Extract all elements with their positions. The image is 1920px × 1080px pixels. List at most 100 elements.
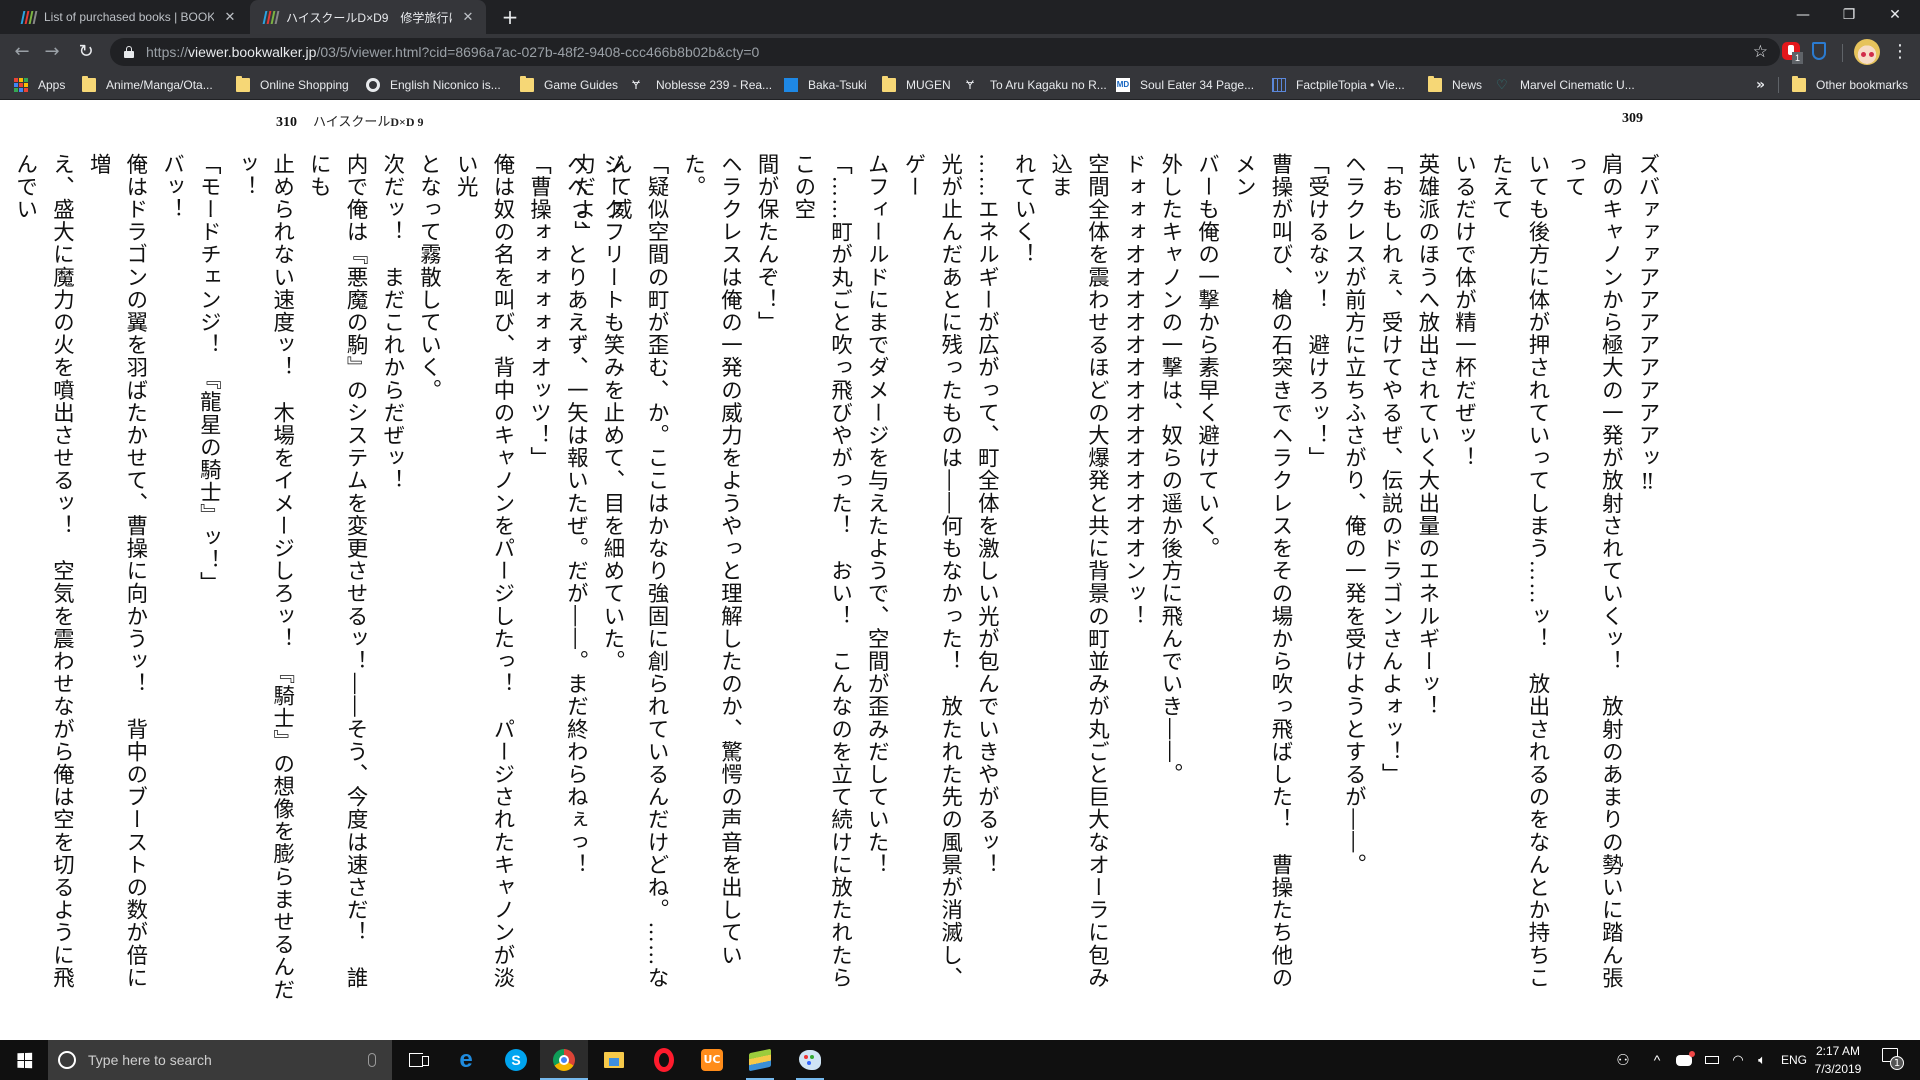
paint-app[interactable] (786, 1040, 834, 1080)
folder-icon (882, 76, 896, 92)
clock-date: 7/3/2019 (1814, 1062, 1862, 1076)
profile-avatar[interactable] (1854, 39, 1880, 65)
folder-icon (236, 76, 250, 92)
text-column: ……エネルギーが広がって、町全体を激しい光が包んでいきやがるッ！ (974, 153, 1000, 877)
bookmark-star-icon[interactable]: ☆ (1753, 42, 1768, 62)
bookmark-marvel[interactable]: ♡ Marvel Cinematic U... (1496, 70, 1635, 100)
tab-purchased-books[interactable]: List of purchased books | BOOK☆WALKER ✕ (8, 0, 248, 34)
restore-button[interactable]: ❐ (1826, 0, 1872, 30)
show-hidden-icons-chevron[interactable]: ^ (1646, 1040, 1668, 1080)
text-column: ヘラクレスは俺の一発の威力をようやっと理解したのか、驚愕の声音を出していた。 (680, 153, 743, 967)
battery-icon[interactable] (1700, 1040, 1724, 1080)
text-column: となって霧散していく。 (416, 153, 442, 402)
microphone-icon[interactable] (368, 1053, 376, 1067)
text-column: 「受けるなッ！ 避けろッ！」 (1304, 153, 1330, 470)
tab-close-icon[interactable]: ✕ (222, 9, 238, 25)
text-column: え、盛大に魔力の火を噴出させるッ！ 空気を震わせながら俺は空を切るように飛んでい (12, 153, 75, 990)
text-column: ドォォォオオオオオオオオオオオオオオンッ！ (1121, 153, 1147, 628)
tab-highschool-dxd[interactable]: ハイスクールD×D9 修学旅行はパンデモニウム ✕ (250, 0, 486, 34)
globe-icon (366, 78, 380, 92)
text-column: 俺は奴の名を叫び、背中のキャノンをパージしたっ！ パージされたキャノンが淡い光 (453, 153, 515, 990)
bookmark-factpiletopia[interactable]: FactpileTopia • Vie... (1272, 70, 1405, 100)
chrome-icon (553, 1049, 575, 1071)
windows-logo-icon (16, 1052, 32, 1068)
bookmark-other[interactable]: Other bookmarks (1792, 70, 1908, 100)
bookmark-anime-manga[interactable]: Anime/Manga/Ota... (82, 70, 213, 100)
bluestacks-app[interactable] (736, 1040, 784, 1080)
volume-icon[interactable]: 🔈︎ (1750, 1040, 1774, 1080)
left-page-header: 310 ハイスクールD×D 9 (276, 111, 424, 131)
file-explorer-app[interactable] (590, 1040, 638, 1080)
text-column: ズバァァァアアアアアアアアッ‼ (1635, 153, 1660, 496)
text-column: 内で俺は『悪魔の駒』のシステムを変更させるッ！――そう、今度は速さだ！ 誰にも (306, 153, 369, 990)
wifi-icon[interactable]: ◠ (1726, 1040, 1750, 1080)
adblock-extension-icon[interactable]: 1 (1780, 40, 1804, 64)
bookmark-apps[interactable]: Apps (14, 70, 65, 100)
start-button[interactable] (0, 1040, 48, 1080)
text-column: バッ！ (159, 153, 185, 221)
discord-tray-icon[interactable] (1672, 1040, 1696, 1080)
people-icon[interactable]: ⚇ (1610, 1040, 1636, 1080)
text-column: ヘラクレスが前方に立ちふさがり、俺の一発を受けようとするが――。 (1341, 153, 1367, 877)
bookmark-game-guides[interactable]: Game Guides (520, 70, 618, 100)
text-column: 外したキャノンの一撃は、奴らの遥か後方に飛んでいき――。 (1157, 153, 1183, 786)
book-reader[interactable]: 310 ハイスクールD×D 9 309 ジークフリートも笑みを止めて、目を細めてい… (0, 101, 1920, 1040)
left-page-text: ジークフリートも笑みを止めて、目を細めていた。 へへっ、とりあえず、一矢は報いたぜ… (6, 153, 630, 1008)
action-center-button[interactable]: 1 (1882, 1048, 1904, 1070)
md-icon: MD (1116, 78, 1130, 92)
text-column: ムフィールドにまでダメージを与えたようで、空間が歪みだしていた！ (864, 153, 890, 877)
text-column: 曹操が叫び、槍の石突きでヘラクレスをその場から吹っ飛ばした！ 曹操たち他のメン (1231, 153, 1293, 990)
taskbar-search-box[interactable]: Type here to search (48, 1040, 392, 1080)
bookmark-news[interactable]: News (1428, 70, 1482, 100)
system-clock[interactable]: 2:17 AM 7/3/2019 (1798, 1042, 1878, 1078)
text-column: 間が保たんぞ！」 (754, 153, 780, 334)
grid-icon (1272, 78, 1286, 92)
text-column: いるだけで体が精一杯だぜッ！ (1451, 153, 1477, 470)
skype-icon: S (505, 1049, 527, 1071)
blue-square-icon (784, 78, 798, 92)
bookmark-mugen[interactable]: MUGEN (882, 70, 951, 100)
reload-button[interactable]: ↻ (72, 38, 100, 66)
tab-close-icon[interactable]: ✕ (460, 9, 476, 25)
text-column: れていく！ (1011, 153, 1037, 266)
bookmark-noblesse[interactable]: Ɏ Noblesse 239 - Rea... (632, 70, 772, 100)
chrome-app[interactable] (540, 1040, 588, 1080)
edge-icon: e (459, 1046, 473, 1073)
bookmarks-overflow-button[interactable]: » (1756, 70, 1765, 100)
skype-app[interactable]: S (492, 1040, 540, 1080)
cortana-icon (58, 1051, 76, 1069)
menu-kebab-icon[interactable]: ⋮ (1890, 38, 1910, 66)
bookmark-baka-tsuki[interactable]: Baka-Tsuki (784, 70, 867, 100)
bookmark-to-aru-kagaku[interactable]: Ɏ To Aru Kagaku no R... (966, 70, 1107, 100)
new-tab-button[interactable]: + (498, 5, 522, 29)
right-page-text: ズバァァァアアアアアアアアッ‼ 肩のキャノンから極大の一発が放射されていくッ！ 放… (564, 153, 1665, 1008)
bookmark-online-shopping[interactable]: Online Shopping (236, 70, 349, 100)
text-column: 「おもしれぇ、受けてやるぜ、伝説のドラゴンさんよォッ！」 (1378, 153, 1404, 786)
bookwalker-favicon-icon (262, 10, 280, 24)
folder-icon (1428, 76, 1442, 92)
edge-app[interactable]: e (442, 1040, 490, 1080)
bookmark-soul-eater[interactable]: MD Soul Eater 34 Page... (1116, 70, 1254, 100)
task-view-button[interactable] (392, 1040, 440, 1080)
apps-grid-icon (14, 78, 28, 92)
text-column: 光が止んだあとに残ったものは――何もなかった！ 放たれた先の風景が消滅し、ゲー (900, 153, 963, 990)
bookwalker-favicon-icon (20, 10, 38, 24)
opera-app[interactable] (640, 1040, 688, 1080)
bookmark-english-niconico[interactable]: English Niconico is... (366, 70, 501, 100)
branch-icon: Ɏ (632, 78, 641, 92)
text-column: 「曹操ォォォォォォオッツ！」 (526, 153, 552, 470)
address-bar[interactable]: https://viewer.bookwalker.jp/03/5/viewer… (110, 38, 1780, 66)
back-button[interactable]: ← (8, 38, 36, 66)
shield-extension-icon[interactable] (1808, 40, 1832, 64)
right-page-header: 309 (1622, 111, 1643, 127)
close-window-button[interactable]: ✕ (1872, 0, 1918, 30)
heart-icon: ♡ (1496, 77, 1508, 92)
url-text[interactable]: https://viewer.bookwalker.jp/03/5/viewer… (146, 44, 759, 60)
minimize-button[interactable]: — (1780, 0, 1826, 30)
text-column: 止められない速度ッ！ 木場をイメージしろッ！ 『騎士』の想像を膨らませるんだッ！ (232, 153, 295, 1002)
adblock-badge: 1 (1792, 52, 1803, 64)
file-explorer-icon (604, 1052, 624, 1068)
forward-button[interactable]: → (38, 38, 66, 66)
text-column: 空間全体を震わせるほどの大爆発と共に背景の町並みが丸ごと巨大なオーラに包み込ま (1047, 153, 1110, 990)
uc-browser-app[interactable]: UC (688, 1040, 736, 1080)
